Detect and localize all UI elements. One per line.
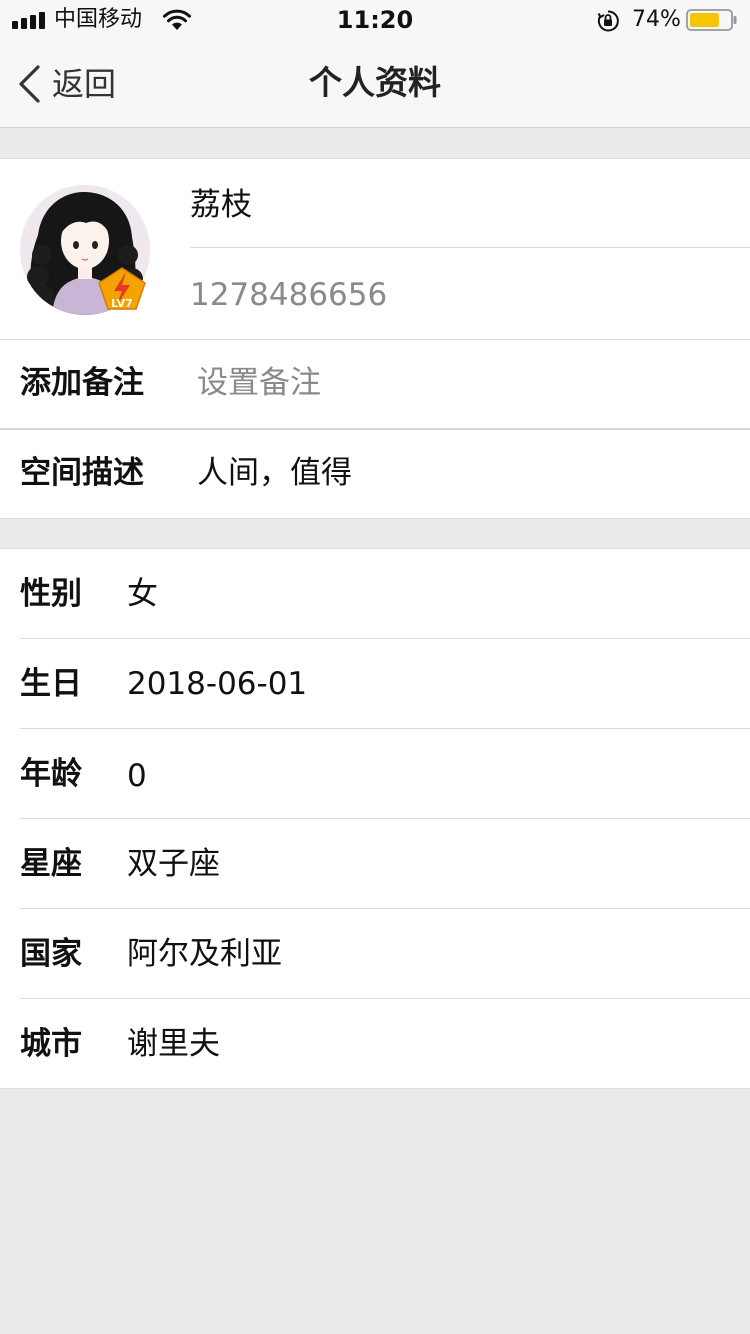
birthday-value: 2018-06-01 (127, 666, 308, 702)
gender-label: 性别 (20, 576, 82, 612)
city-value: 谢里夫 (127, 1026, 220, 1062)
add-remark-row[interactable]: 添加备注 设置备注 (0, 339, 750, 428)
country-value: 阿尔及利亚 (127, 936, 282, 972)
info-row-age: 年龄 0 (0, 729, 750, 818)
page-title: 个人资料 (309, 63, 441, 102)
nickname: 荔枝 (190, 187, 252, 223)
age-value: 0 (127, 758, 147, 794)
space-description-value: 人间，值得 (197, 455, 352, 491)
info-row-gender: 性别 女 (0, 549, 750, 638)
orientation-lock-icon (597, 10, 619, 32)
battery-percent: 74% (632, 7, 681, 32)
remark-placeholder: 设置备注 (197, 365, 321, 401)
info-row-city: 城市 谢里夫 (0, 999, 750, 1088)
age-label: 年龄 (20, 756, 82, 792)
level-badge-icon: LV7 (98, 267, 146, 310)
nav-bar: 返回 个人资料 (0, 40, 750, 128)
country-label: 国家 (20, 936, 82, 972)
space-description-label: 空间描述 (20, 455, 144, 491)
status-bar: 中国移动 11:20 74% (0, 0, 750, 40)
info-row-country: 国家 阿尔及利亚 (0, 909, 750, 998)
city-label: 城市 (20, 1026, 82, 1062)
birthday-label: 生日 (20, 666, 82, 702)
info-row-birthday: 生日 2018-06-01 (0, 639, 750, 728)
battery-icon (686, 9, 737, 31)
user-id: 1278486656 (190, 277, 388, 313)
remark-label: 添加备注 (20, 365, 144, 401)
zodiac-value: 双子座 (127, 846, 220, 882)
space-description-row[interactable]: 空间描述 人间，值得 (0, 429, 750, 518)
level-badge-text: LV7 (111, 297, 133, 310)
profile-section: LV7 荔枝 1278486656 添加备注 设置备注 空间描述 人间，值得 (0, 158, 750, 519)
zodiac-label: 星座 (20, 846, 82, 882)
info-section: 性别 女 生日 2018-06-01 年龄 0 星座 双子座 国家 阿尔及利亚 … (0, 548, 750, 1089)
gender-value: 女 (127, 576, 158, 612)
divider (190, 247, 750, 248)
info-row-zodiac: 星座 双子座 (0, 819, 750, 908)
